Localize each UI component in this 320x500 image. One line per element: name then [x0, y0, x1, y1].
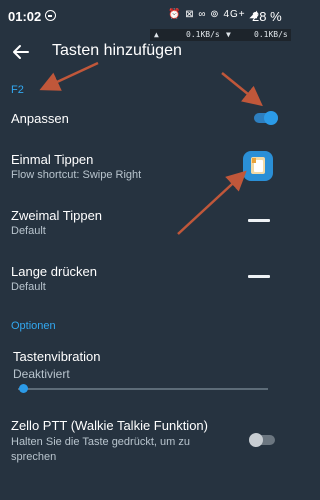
no-action-dash-icon — [248, 219, 270, 222]
annotation-arrow — [177, 170, 247, 235]
toggle-thumb — [264, 111, 278, 125]
long-press-label: Lange drücken — [11, 264, 98, 279]
flow-shortcut-app-icon — [243, 151, 273, 181]
double-tap-value: Default — [11, 225, 46, 237]
slider-track — [18, 388, 268, 390]
section-header-options: Optionen — [11, 320, 56, 332]
vibration-value: Deaktiviert — [13, 367, 70, 381]
slider-thumb[interactable] — [19, 384, 28, 393]
customize-label: Anpassen — [11, 111, 69, 126]
annotation-arrow — [221, 72, 263, 107]
status-time: 01:02 — [8, 9, 42, 24]
zello-description-line1: Halten Sie die Taste gedrückt, um zu — [11, 436, 190, 448]
vibration-slider[interactable] — [18, 384, 268, 393]
status-icons: ⏰ ⊠ ∞ ⊚ 4G+ ◢ — [168, 9, 259, 20]
page-title: Tasten hinzufügen — [52, 42, 182, 59]
vibration-label: Tastenvibration — [13, 349, 101, 364]
section-header-f2: F2 — [11, 84, 24, 96]
battery-percentage: 28 % — [252, 9, 282, 24]
double-tap-label: Zweimal Tippen — [11, 208, 103, 223]
toggle-thumb — [249, 433, 263, 447]
single-tap-value: Flow shortcut: Swipe Right — [11, 169, 142, 181]
status-bar: 01:02 ⏰ ⊠ ∞ ⊚ 4G+ ◢ 28 % — [0, 0, 291, 30]
notification-icon — [45, 10, 56, 21]
no-action-dash-icon — [248, 275, 270, 278]
long-press-value: Default — [11, 281, 46, 293]
back-button[interactable] — [10, 41, 32, 63]
zello-label: Zello PTT (Walkie Talkie Funktion) — [11, 418, 208, 433]
back-arrow-icon — [13, 45, 29, 59]
single-tap-label: Einmal Tippen — [11, 152, 94, 167]
toolbar: Tasten hinzufügen — [0, 36, 291, 68]
zello-description-line2: sprechen — [11, 451, 57, 463]
